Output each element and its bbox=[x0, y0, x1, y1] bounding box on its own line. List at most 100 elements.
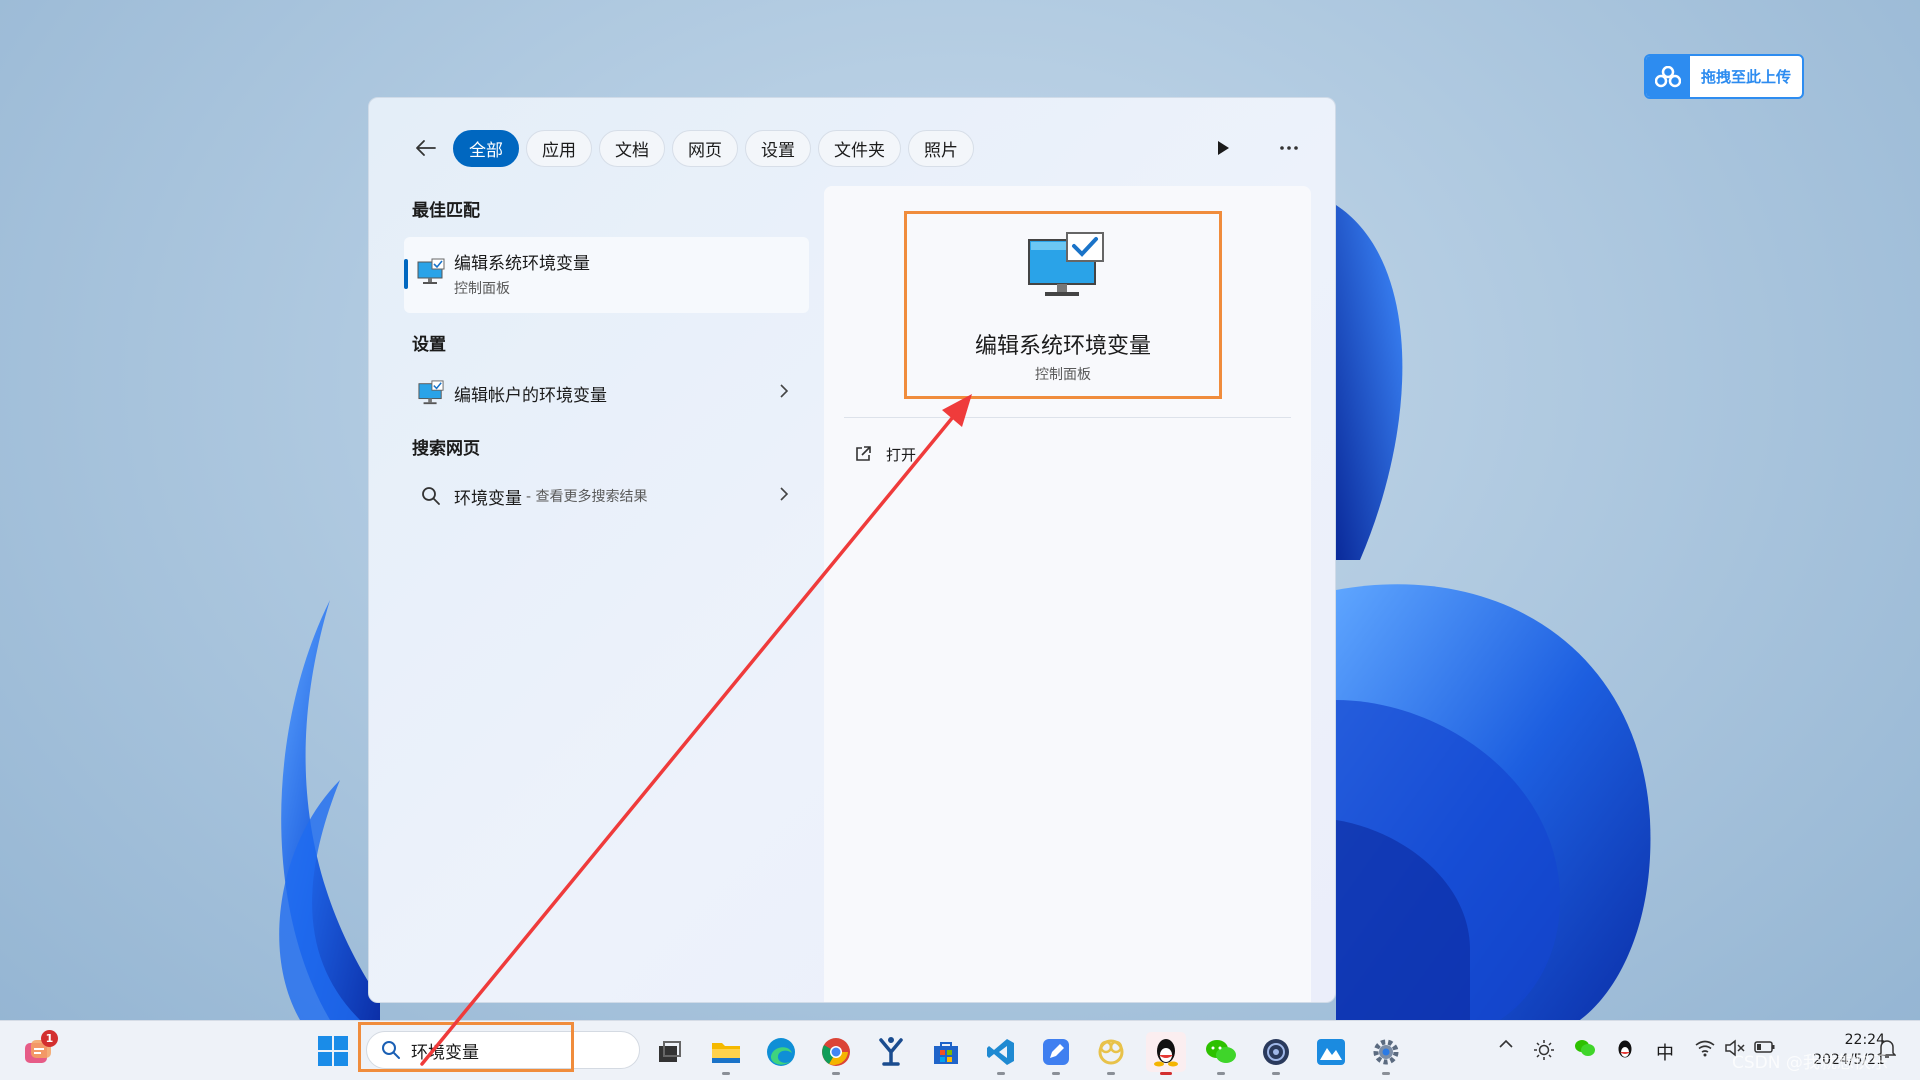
start-button[interactable] bbox=[317, 1035, 349, 1067]
more-tabs-button[interactable] bbox=[1203, 128, 1243, 168]
search-query: 环境变量 bbox=[411, 1042, 479, 1063]
running-indicator bbox=[1052, 1072, 1060, 1075]
chat-app-icon bbox=[1263, 1039, 1289, 1065]
best-match-subtitle: 控制面板 bbox=[454, 281, 510, 297]
preview-subtitle: 控制面板 bbox=[1035, 367, 1091, 383]
best-match-heading: 最佳匹配 bbox=[412, 201, 480, 221]
running-indicator bbox=[1382, 1072, 1390, 1075]
store-button[interactable] bbox=[926, 1032, 966, 1072]
preview-highlight: 编辑系统环境变量 控制面板 bbox=[904, 211, 1222, 399]
file-explorer-button[interactable] bbox=[706, 1032, 746, 1075]
upload-button-label: 拖拽至此上传 bbox=[1700, 68, 1791, 86]
tab-documents[interactable]: 文档 bbox=[599, 129, 665, 167]
open-external-icon bbox=[856, 446, 871, 461]
sparkle-app-button[interactable] bbox=[1091, 1032, 1131, 1075]
preview-title: 编辑系统环境变量 bbox=[974, 334, 1151, 359]
settings-heading: 设置 bbox=[412, 335, 446, 355]
best-match-title: 编辑系统环境变量 bbox=[454, 254, 590, 274]
notes-button[interactable] bbox=[1036, 1032, 1076, 1075]
qq-tray-icon bbox=[1618, 1040, 1632, 1058]
chevron-up-icon bbox=[1499, 1039, 1513, 1048]
qq-tray-button[interactable] bbox=[1612, 1039, 1638, 1061]
photos-button[interactable] bbox=[1311, 1032, 1351, 1072]
back-arrow-icon bbox=[416, 140, 436, 156]
running-indicator bbox=[1107, 1072, 1115, 1075]
sparkle-app-icon bbox=[1098, 1039, 1124, 1065]
running-indicator bbox=[1217, 1072, 1225, 1075]
control-panel-icon bbox=[417, 258, 445, 290]
qq-icon bbox=[1154, 1039, 1178, 1067]
wechat-icon bbox=[1206, 1040, 1236, 1063]
web-heading: 搜索网页 bbox=[412, 439, 480, 459]
ime-indicator: 中 bbox=[1656, 1043, 1674, 1064]
search-icon bbox=[417, 486, 445, 506]
tool-app-button[interactable] bbox=[871, 1032, 911, 1072]
preview-pane: 编辑系统环境变量 控制面板 打开 bbox=[824, 186, 1311, 1002]
tab-all[interactable]: 全部 bbox=[453, 129, 519, 167]
upload-button[interactable]: 拖拽至此上传 bbox=[1644, 54, 1804, 99]
tab-settings[interactable]: 设置 bbox=[745, 129, 811, 167]
brightness-icon bbox=[1534, 1040, 1554, 1060]
open-action[interactable]: 打开 bbox=[854, 436, 916, 472]
task-view-icon bbox=[659, 1041, 681, 1062]
control-panel-icon bbox=[1027, 232, 1105, 304]
file-explorer-icon bbox=[712, 1043, 740, 1063]
wechat-button[interactable] bbox=[1201, 1032, 1241, 1075]
web-hint: - 查看更多搜索结果 bbox=[526, 489, 648, 505]
wifi-icon bbox=[1695, 1040, 1715, 1057]
control-panel-icon bbox=[417, 380, 445, 406]
chevron-right-icon bbox=[779, 383, 789, 403]
settings-icon bbox=[1373, 1039, 1399, 1065]
running-indicator bbox=[832, 1072, 840, 1075]
open-action-label: 打开 bbox=[886, 445, 917, 464]
divider bbox=[844, 417, 1291, 418]
wechat-tray-icon bbox=[1575, 1040, 1595, 1056]
notes-icon bbox=[1043, 1039, 1069, 1065]
settings-button[interactable] bbox=[1366, 1032, 1406, 1075]
widgets-button[interactable]: 1 bbox=[22, 1030, 58, 1068]
show-hidden-icons-button[interactable] bbox=[1494, 1039, 1518, 1049]
brightness-tray-button[interactable] bbox=[1532, 1039, 1556, 1061]
running-indicator bbox=[1160, 1072, 1172, 1075]
selection-indicator bbox=[404, 259, 408, 289]
chevron-right-icon bbox=[779, 486, 789, 506]
search-icon bbox=[381, 1040, 401, 1060]
taskbar-search-box[interactable]: 环境变量 bbox=[366, 1031, 640, 1069]
options-button[interactable] bbox=[1269, 128, 1309, 168]
search-panel: 全部 应用 文档 网页 设置 文件夹 照片 最佳匹配 编辑系统环境变量 控制面板… bbox=[368, 97, 1336, 1003]
clock-time: 22:24 bbox=[1844, 1032, 1885, 1048]
tab-apps[interactable]: 应用 bbox=[526, 129, 592, 167]
running-indicator bbox=[722, 1072, 730, 1075]
wechat-tray-button[interactable] bbox=[1572, 1039, 1598, 1057]
running-indicator bbox=[1272, 1072, 1280, 1075]
tool-icon bbox=[879, 1037, 903, 1066]
settings-result-title: 编辑帐户的环境变量 bbox=[454, 385, 607, 406]
settings-result-user-env[interactable]: 编辑帐户的环境变量 bbox=[404, 371, 809, 415]
watermark: CSDN @我就想快乐 bbox=[1732, 1053, 1888, 1073]
search-toolbar: 全部 应用 文档 网页 设置 文件夹 照片 bbox=[409, 128, 1309, 168]
task-view-button[interactable] bbox=[649, 1032, 689, 1072]
qq-button[interactable] bbox=[1146, 1032, 1186, 1075]
chrome-icon bbox=[822, 1038, 850, 1066]
play-icon bbox=[1218, 141, 1229, 155]
vscode-icon bbox=[987, 1039, 1014, 1065]
tab-folders[interactable]: 文件夹 bbox=[818, 129, 901, 167]
input-method-button[interactable]: 中 bbox=[1652, 1039, 1678, 1065]
taskbar: 1 环境变量 中 22:24 2024/5/21 bbox=[0, 1020, 1920, 1080]
tab-web[interactable]: 网页 bbox=[672, 129, 738, 167]
chat-app-button[interactable] bbox=[1256, 1032, 1296, 1075]
back-button[interactable] bbox=[409, 131, 443, 165]
edge-icon bbox=[767, 1038, 795, 1066]
ellipsis-icon bbox=[1280, 146, 1298, 150]
chrome-button[interactable] bbox=[816, 1032, 856, 1075]
network-button[interactable] bbox=[1692, 1039, 1718, 1057]
cloud-icon bbox=[1646, 56, 1690, 97]
tab-photos[interactable]: 照片 bbox=[908, 129, 974, 167]
edge-button[interactable] bbox=[761, 1032, 801, 1072]
web-search-result[interactable]: 环境变量 - 查看更多搜索结果 bbox=[404, 474, 809, 518]
photos-icon bbox=[1317, 1039, 1345, 1065]
running-indicator bbox=[997, 1072, 1005, 1075]
vscode-button[interactable] bbox=[981, 1032, 1021, 1075]
notification-badge: 1 bbox=[41, 1030, 58, 1047]
best-match-result[interactable]: 编辑系统环境变量 控制面板 bbox=[404, 237, 809, 313]
